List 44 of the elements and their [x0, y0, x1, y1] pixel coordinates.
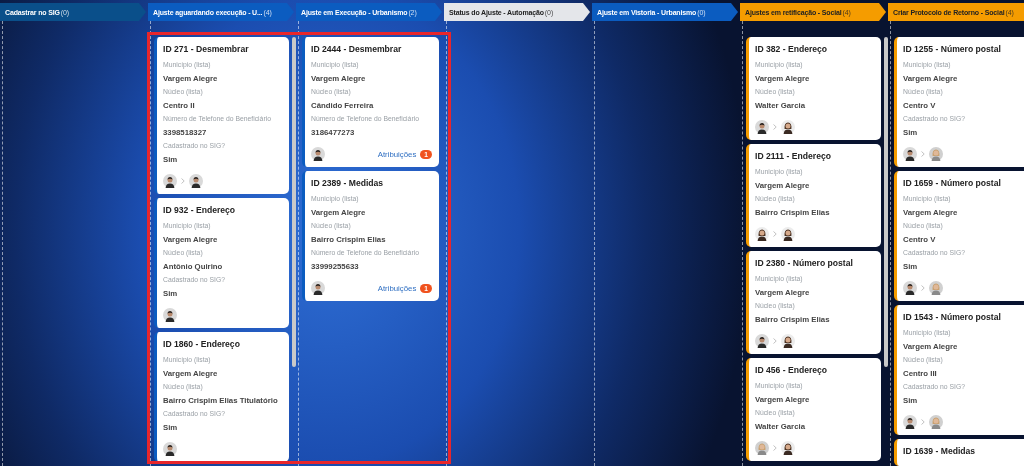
person-avatar-icon: [903, 281, 917, 295]
chevron-right-icon: [773, 445, 777, 451]
person-avatar-icon: [781, 334, 795, 348]
card-title: ID 2380 - Número postal: [755, 257, 854, 269]
person-avatar-icon: [903, 415, 917, 429]
person-avatar-icon: [781, 227, 795, 241]
card-title: ID 2111 - Endereço: [755, 150, 832, 162]
person-avatar-icon: [755, 334, 769, 348]
chevron-right-icon: [773, 231, 777, 237]
chevron-right-icon: [773, 338, 777, 344]
person-avatar-icon: [755, 120, 769, 134]
chevron-right-icon: [921, 419, 925, 425]
person-avatar-icon: [755, 227, 769, 241]
card-title: ID 1639 - Medidas: [903, 445, 977, 457]
person-avatar-icon: [903, 147, 917, 161]
card-title: ID 382 - Endereço: [755, 43, 829, 55]
person-avatar-icon: [189, 174, 203, 188]
card-title: ID 932 - Endereço: [163, 204, 237, 216]
person-avatar-icon: [781, 120, 795, 134]
person-avatar-icon: [311, 281, 325, 295]
chevron-right-icon: [921, 151, 925, 157]
person-avatar-icon: [755, 441, 769, 455]
scrollbar[interactable]: [884, 37, 888, 367]
person-avatar-icon: [163, 442, 177, 456]
chevron-right-icon: [921, 285, 925, 291]
card-title: ID 271 - Desmembrar: [163, 43, 250, 55]
person-avatar-icon: [781, 441, 795, 455]
task-card[interactable]: ID 1639 - Medidas: [894, 439, 1024, 466]
person-avatar-icon: [929, 415, 943, 429]
card-title: ID 1860 - Endereço: [163, 338, 241, 350]
card-title: ID 2444 - Desmembrar: [311, 43, 403, 55]
card-title: ID 1659 - Número postal: [903, 177, 1002, 189]
person-avatar-icon: [929, 281, 943, 295]
chevron-right-icon: [181, 178, 185, 184]
person-avatar-icon: [163, 174, 177, 188]
person-avatar-icon: [163, 308, 177, 322]
card-title: ID 1543 - Número postal: [903, 311, 1002, 323]
scrollbar[interactable]: [292, 37, 296, 367]
chevron-right-icon: [773, 124, 777, 130]
person-avatar-icon: [311, 147, 325, 161]
card-title: ID 1255 - Número postal: [903, 43, 1002, 55]
person-avatar-icon: [929, 147, 943, 161]
card-title: ID 456 - Endereço: [755, 364, 829, 376]
card-title: ID 2389 - Medidas: [311, 177, 385, 189]
